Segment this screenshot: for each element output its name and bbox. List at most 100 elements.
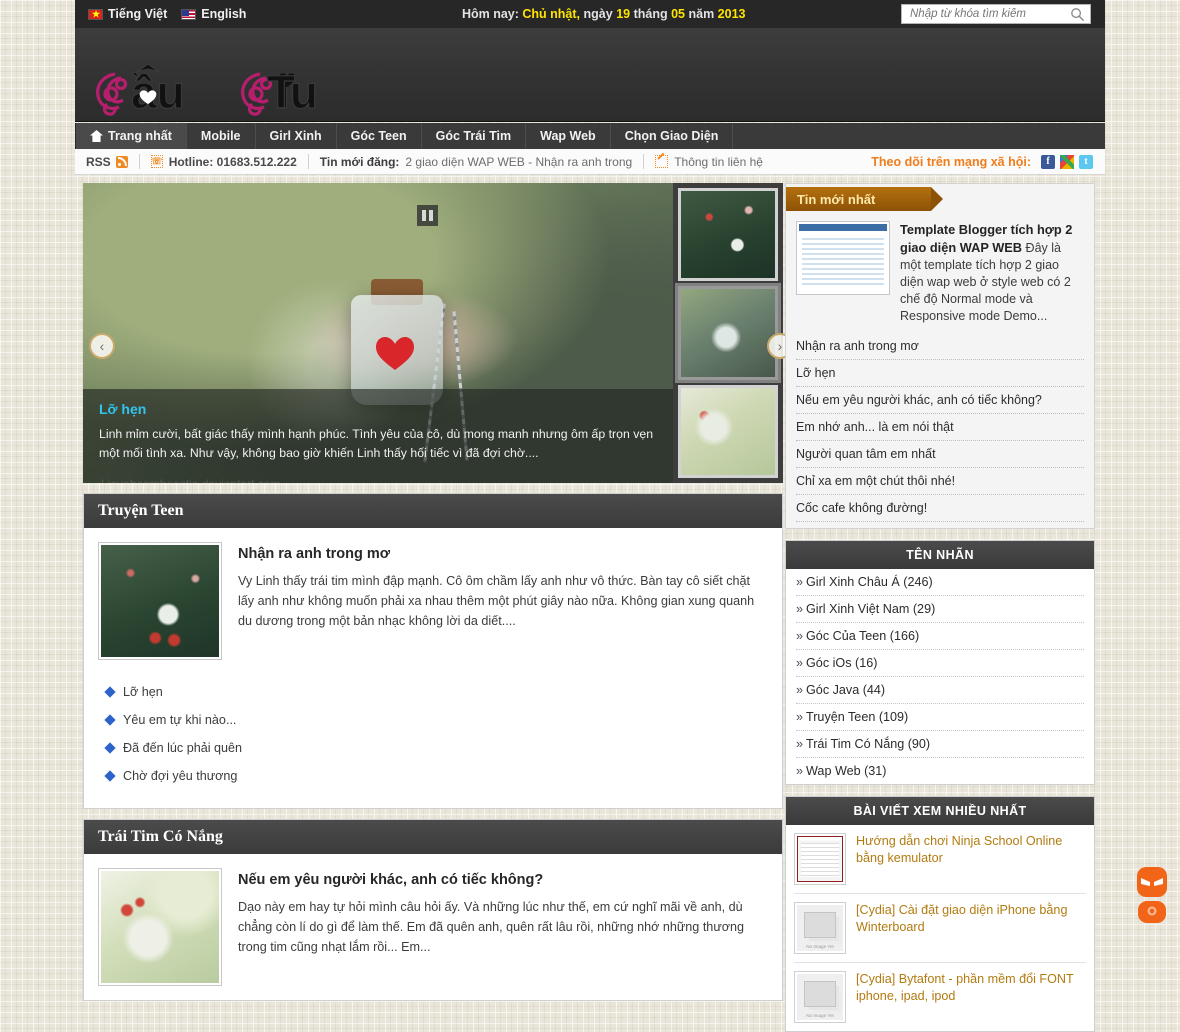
list-item[interactable]: Chờ đợi yêu thương bbox=[104, 766, 768, 786]
diamond-bullet-icon bbox=[104, 770, 116, 782]
panel-title-trai-tim-co-nang: Trái Tim Có Nắng bbox=[84, 820, 782, 854]
post-thumb-image bbox=[101, 545, 219, 657]
panel-body-truyen-teen: Nhận ra anh trong mơ Vy Linh thấy trái t… bbox=[84, 528, 782, 808]
slider-thumb-bottle-heart[interactable] bbox=[678, 286, 778, 380]
list-item[interactable]: Chỉ xa em một chút thôi nhé! bbox=[796, 468, 1084, 495]
tag-item-goc-cua-teen[interactable]: » Góc Của Teen (166) bbox=[796, 623, 1084, 650]
slider-thumb-girl-in-grass[interactable] bbox=[678, 188, 778, 282]
nav-item-wap-web[interactable]: Wap Web bbox=[526, 123, 611, 149]
post-thumb-girl-in-grass[interactable] bbox=[98, 542, 222, 660]
chevron-left-icon: ‹ bbox=[99, 338, 105, 354]
language-vietnamese-label: Tiếng Việt bbox=[108, 7, 168, 21]
language-vietnamese[interactable]: Tiếng Việt bbox=[88, 7, 167, 21]
latest-news-ticker[interactable]: Tin mới đăng: 2 giao diện WAP WEB - Nhận… bbox=[320, 155, 632, 169]
site-header: ầu iu T bbox=[75, 28, 1105, 122]
chevron-double-right-icon: » bbox=[796, 629, 804, 643]
list-item[interactable]: Người quan tâm em nhất bbox=[796, 441, 1084, 468]
nav-item-girl-xinh[interactable]: Girl Xinh bbox=[256, 123, 337, 149]
today-mid2: tháng bbox=[633, 7, 668, 21]
post-title[interactable]: Nếu em yêu người khác, anh có tiếc không… bbox=[238, 872, 768, 888]
site-logo[interactable]: ầu iu T bbox=[91, 64, 381, 122]
list-item[interactable]: Cốc cafe không đường! bbox=[796, 495, 1084, 522]
google-icon[interactable] bbox=[1060, 154, 1074, 169]
language-english[interactable]: English bbox=[181, 7, 246, 21]
list-item[interactable]: Đã đến lúc phải quên bbox=[104, 738, 768, 758]
hotline: ☏ Hotline: 01683.512.222 bbox=[150, 155, 297, 169]
most-viewed-item[interactable]: No Image Yet [Cydia] Bytafont - phần mềm… bbox=[794, 963, 1086, 1031]
chevron-double-right-icon: » bbox=[796, 764, 804, 778]
related-post-list: Lỡ hẹn Yêu em tự khi nào... Đã đến lúc p… bbox=[104, 682, 768, 786]
list-item[interactable]: Nhận ra anh trong mơ bbox=[796, 333, 1084, 360]
top-bar: Tiếng Việt English Hôm nay: Chủ nhật, ng… bbox=[75, 0, 1105, 28]
list-item[interactable]: Em nhớ anh... là em nói thật bbox=[796, 414, 1084, 441]
nav-item-mobile[interactable]: Mobile bbox=[187, 123, 256, 149]
today-day: 19 bbox=[616, 7, 631, 21]
tag-item-girl-xinh-viet-nam[interactable]: » Girl Xinh Việt Nam (29) bbox=[796, 596, 1084, 623]
panel-body-trai-tim-co-nang: Nếu em yêu người khác, anh có tiếc không… bbox=[84, 854, 782, 1000]
heart-icon bbox=[376, 337, 414, 370]
list-item[interactable]: Yêu em tự khi nào... bbox=[104, 710, 768, 730]
slider-pause-button[interactable] bbox=[417, 205, 438, 226]
utility-bar: RSS ☏ Hotline: 01683.512.222 Tin mới đăn… bbox=[75, 149, 1105, 175]
rss-icon bbox=[115, 155, 128, 168]
main-column: Lỡ hẹn Linh mỉm cười, bất giác thấy mình… bbox=[83, 183, 793, 1001]
list-item-label: Yêu em tự khi nào... bbox=[123, 713, 237, 727]
tag-label: Góc iOs (16) bbox=[806, 656, 878, 670]
contact-link[interactable]: Thông tin liên hệ bbox=[655, 155, 763, 169]
list-item[interactable]: Nếu em yêu người khác, anh có tiếc không… bbox=[796, 387, 1084, 414]
tag-item-wap-web[interactable]: » Wap Web (31) bbox=[796, 758, 1084, 784]
nav-item-goc-teen[interactable]: Góc Teen bbox=[337, 123, 422, 149]
slider-stage[interactable]: Lỡ hẹn Linh mỉm cười, bất giác thấy mình… bbox=[83, 183, 673, 483]
tag-item-girl-xinh-chau-a[interactable]: » Girl Xinh Châu Á (246) bbox=[796, 569, 1084, 596]
list-item[interactable]: Lỡ hẹn bbox=[104, 682, 768, 702]
search-box[interactable] bbox=[901, 4, 1091, 24]
slider-prev-button[interactable]: ‹ bbox=[89, 333, 115, 359]
sidebar-column: Tin mới nhất Template Blogger tích hợp 2… bbox=[785, 183, 1095, 1032]
most-viewed-item[interactable]: No Image Yet [Cydia] Cài đặt giao diện i… bbox=[794, 894, 1086, 963]
post-item: Nhận ra anh trong mơ Vy Linh thấy trái t… bbox=[98, 542, 768, 660]
list-item[interactable]: Lỡ hẹn bbox=[796, 360, 1084, 387]
contact-label: Thông tin liên hệ bbox=[674, 154, 763, 169]
latest-featured-post: Template Blogger tích hợp 2 giao diện WA… bbox=[786, 211, 1094, 333]
most-viewed-title[interactable]: [Cydia] Cài đặt giao diện iPhone bằng Wi… bbox=[856, 902, 1086, 936]
nav-label-trang-nhat: Trang nhất bbox=[108, 129, 172, 143]
widget-latest-news: Tin mới nhất Template Blogger tích hợp 2… bbox=[785, 183, 1095, 529]
search-icon[interactable] bbox=[1070, 7, 1085, 22]
slide-title[interactable]: Lỡ hẹn bbox=[99, 401, 657, 417]
nav-item-trang-nhat[interactable]: Trang nhất bbox=[75, 123, 187, 149]
most-viewed-item[interactable]: Hướng dẫn chơi Ninja School Online bằng … bbox=[794, 825, 1086, 894]
nav-label-girl-xinh: Girl Xinh bbox=[269, 129, 322, 143]
tag-item-truyen-teen[interactable]: » Truyện Teen (109) bbox=[796, 704, 1084, 731]
nav-item-chon-giao-dien[interactable]: Chọn Giao Diện bbox=[611, 123, 734, 149]
list-item-label: Chờ đợi yêu thương bbox=[123, 769, 238, 783]
panel-title-truyen-teen: Truyện Teen bbox=[84, 494, 782, 528]
tag-item-goc-ios[interactable]: » Góc iOs (16) bbox=[796, 650, 1084, 677]
widget-title-latest-news: Tin mới nhất bbox=[786, 187, 943, 211]
featured-slider: Lỡ hẹn Linh mỉm cười, bất giác thấy mình… bbox=[83, 183, 793, 483]
chevron-double-right-icon: » bbox=[796, 602, 804, 616]
search-input[interactable] bbox=[908, 5, 1066, 23]
home-icon bbox=[90, 130, 103, 142]
social-links: Theo dõi trên mạng xã hội: f t bbox=[871, 154, 1105, 169]
facebook-icon[interactable]: f bbox=[1041, 154, 1055, 169]
post-thumb-garden-bench[interactable] bbox=[98, 868, 222, 986]
twitter-icon[interactable]: t bbox=[1079, 154, 1093, 169]
feature-thumb-blogger-template[interactable] bbox=[796, 221, 890, 295]
slider-thumb-garden-bench[interactable] bbox=[678, 384, 778, 478]
nav-item-goc-trai-tim[interactable]: Góc Trái Tim bbox=[422, 123, 527, 149]
us-flag-icon bbox=[181, 8, 197, 20]
language-switcher: Tiếng Việt English bbox=[75, 7, 246, 21]
rss-link[interactable]: RSS bbox=[75, 155, 128, 169]
tag-item-trai-tim-co-nang[interactable]: » Trái Tim Có Nắng (90) bbox=[796, 731, 1084, 758]
most-viewed-title[interactable]: Hướng dẫn chơi Ninja School Online bằng … bbox=[856, 833, 1086, 867]
tag-item-goc-java[interactable]: » Góc Java (44) bbox=[796, 677, 1084, 704]
thumb-form-screenshot bbox=[794, 833, 846, 885]
today-mid1: ngày bbox=[583, 7, 613, 21]
slide-caption: Lỡ hẹn Linh mỉm cười, bất giác thấy mình… bbox=[83, 389, 673, 483]
news-ticker-label: Tin mới đăng: bbox=[319, 154, 400, 169]
most-viewed-title[interactable]: [Cydia] Bytafont - phần mềm đổi FONT iph… bbox=[856, 971, 1086, 1005]
today-date: Hôm nay: Chủ nhật, ngày 19 tháng 05 năm … bbox=[306, 7, 901, 21]
post-title[interactable]: Nhận ra anh trong mơ bbox=[238, 546, 768, 562]
thumb-image bbox=[681, 191, 775, 279]
ninja-mascot-icon[interactable] bbox=[1128, 861, 1176, 923]
